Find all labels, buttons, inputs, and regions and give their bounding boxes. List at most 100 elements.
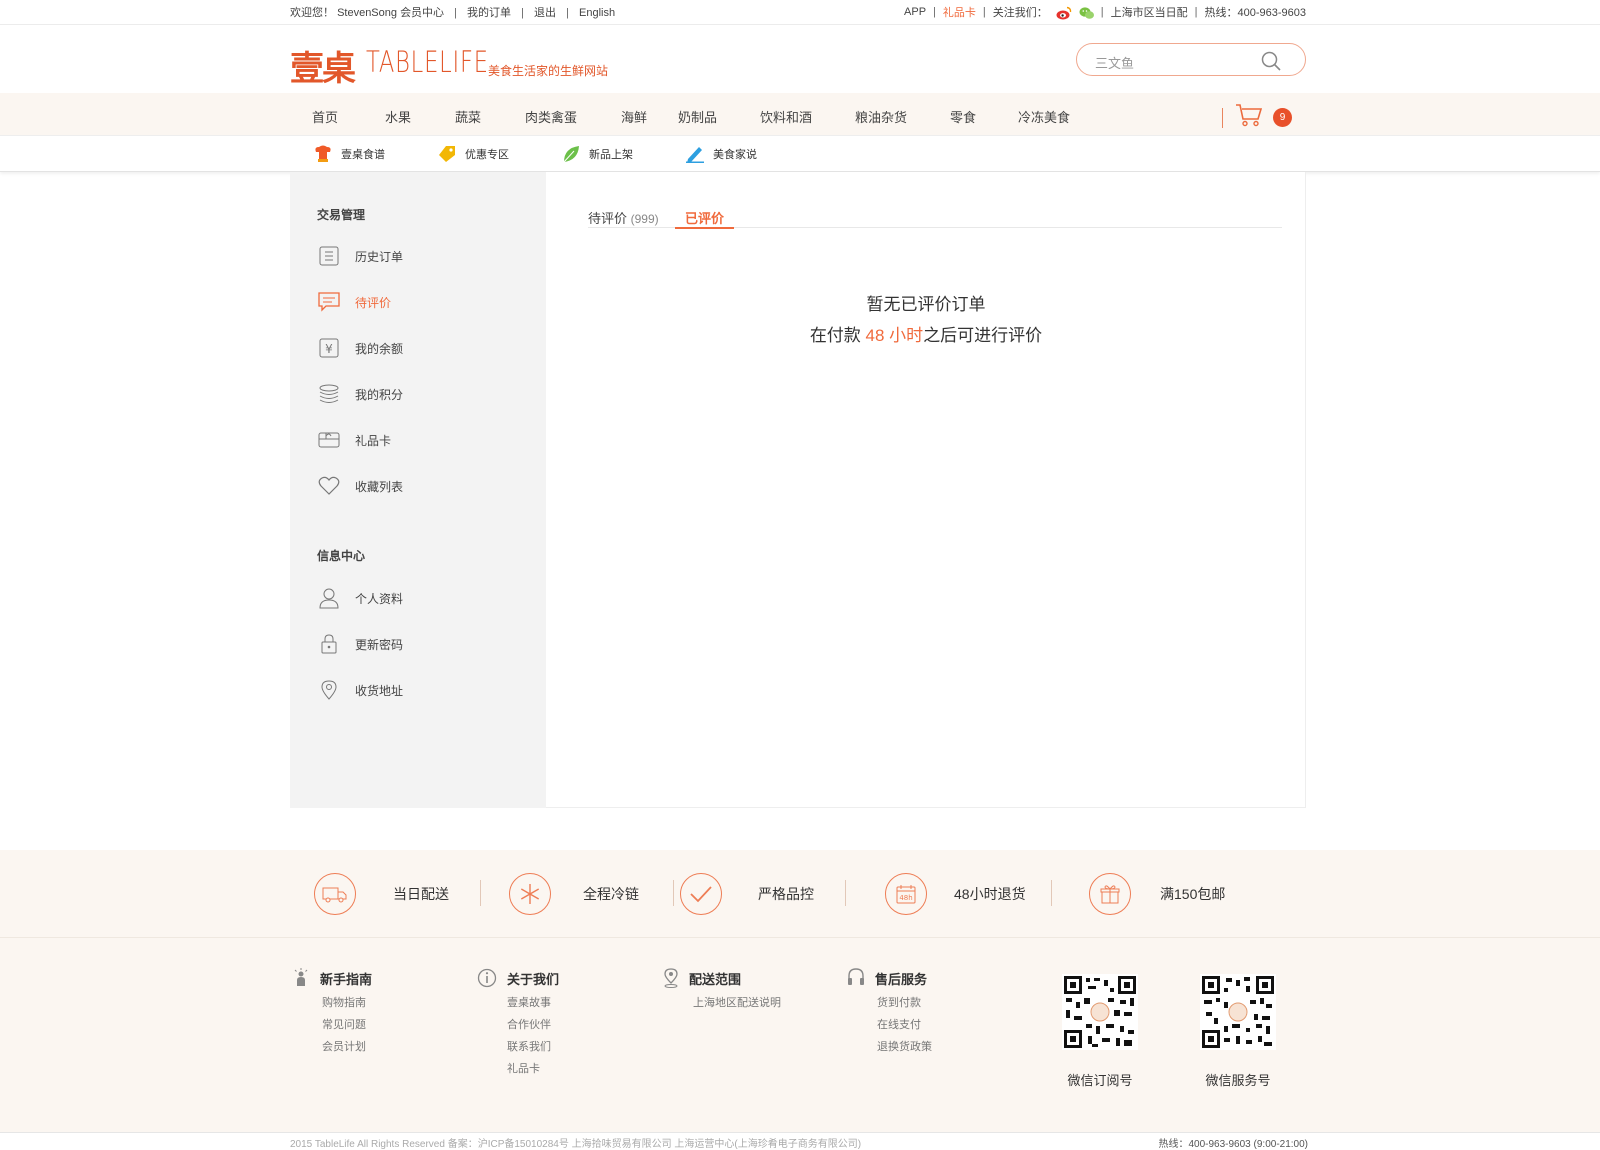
sidebar-item-address[interactable]: 收货地址 [317, 678, 403, 702]
search-icon[interactable] [1261, 51, 1281, 76]
sidebar-item-order-history[interactable]: 历史订单 [317, 244, 403, 268]
app-link[interactable]: APP [904, 6, 926, 18]
footer-link[interactable]: 在线支付 [877, 1018, 932, 1032]
english-link[interactable]: English [579, 7, 615, 19]
footer-link[interactable]: 礼品卡 [507, 1062, 559, 1076]
nav-item-home[interactable]: 首页 [312, 107, 385, 126]
qr-subscription: 微信订阅号 [1060, 974, 1140, 1089]
sidebar-item-label: 收货地址 [355, 683, 404, 698]
feature-label: 当日配送 [393, 886, 449, 902]
sidebar-item-pending-review[interactable]: 待评价 [317, 290, 391, 314]
pen-icon [686, 146, 704, 163]
follow-label: 关注我们： [992, 7, 1048, 19]
subnav-recipes[interactable]: 壹桌食谱 [313, 145, 385, 163]
footer-col-guide: 新手指南 购物指南 常见问题 会员计划 [292, 968, 372, 1054]
footer-link[interactable]: 联系我们 [507, 1040, 559, 1054]
features-bar: 当日配送 全程冷链 严格品控 48h 48小时退货 满150包邮 [0, 850, 1600, 938]
footer-link[interactable]: 会员计划 [322, 1040, 372, 1054]
tab-reviewed[interactable]: 已评价 [675, 208, 735, 229]
review-tabs: 待评价 (999) 已评价 [588, 208, 1282, 229]
checkmark-icon [680, 873, 722, 915]
my-orders-link[interactable]: 我的订单 [467, 7, 511, 19]
footer-hotline: 热线：400-963-9603 (9:00-21:00) [1158, 1139, 1308, 1150]
subnav-new-arrivals[interactable]: 新品上架 [561, 145, 633, 163]
footer-link[interactable]: 合作伙伴 [507, 1018, 559, 1032]
calendar-icon: 48h [885, 873, 927, 915]
footer-heading: 售后服务 [875, 971, 928, 987]
empty-hint-prefix: 在付款 [809, 326, 861, 345]
subnav-label: 新品上架 [589, 148, 633, 161]
qr-label: 微信服务号 [1205, 1073, 1271, 1088]
sidebar-item-label: 我的积分 [355, 387, 404, 402]
sidebar-item-giftcard[interactable]: 礼品卡 [317, 428, 391, 452]
info-icon [477, 968, 497, 988]
footer-link[interactable]: 退换货政策 [877, 1040, 932, 1054]
tab-pending-review[interactable]: 待评价 (999) [588, 208, 659, 228]
sidebar-item-points[interactable]: 我的积分 [317, 382, 403, 406]
giftcard-link[interactable]: 礼品卡 [943, 4, 976, 20]
footer-link[interactable]: 购物指南 [322, 996, 372, 1010]
sidebar: 交易管理 历史订单 待评价 ¥ 我的余额 我的积分 礼品卡 收藏列表 信息中心 [290, 172, 546, 808]
search-input[interactable]: 三文鱼 [1095, 53, 1134, 72]
cart-count-badge: 9 [1273, 108, 1292, 127]
nav-item-seafood[interactable]: 海鲜 [621, 107, 678, 126]
main-nav: 首页 水果 蔬菜 肉类禽蛋 海鲜 奶制品 饮料和酒 粮油杂货 零食 冷冻美食 9 [0, 93, 1600, 136]
sidebar-item-favorites[interactable]: 收藏列表 [317, 474, 403, 498]
subnav-foodie-says[interactable]: 美食家说 [685, 145, 757, 163]
sidebar-section-trade: 交易管理 [317, 208, 366, 222]
feature-free-shipping: 满150包邮 [1089, 873, 1225, 915]
subnav-promotions[interactable]: 优惠专区 [437, 145, 509, 163]
footer-col-service: 售后服务 货到付款 在线支付 退换货政策 [847, 968, 932, 1054]
sub-nav: 壹桌食谱 优惠专区 新品上架 美食家说 [0, 136, 1600, 172]
heart-icon [317, 474, 341, 498]
feature-cold-chain: 全程冷链 [509, 873, 639, 915]
wechat-icon[interactable] [1079, 6, 1094, 19]
sidebar-item-label: 历史订单 [355, 249, 404, 264]
cart-button[interactable]: 9 [1222, 103, 1292, 132]
location-pin-icon [317, 678, 341, 702]
feature-label: 严格品控 [758, 886, 814, 902]
feature-return: 48h 48小时退货 [885, 873, 1026, 915]
sidebar-item-profile[interactable]: 个人资料 [317, 586, 403, 610]
content-panel: 待评价 (999) 已评价 暂无已评价订单 在付款 48 小时之后可进行评价 [546, 172, 1306, 808]
sidebar-item-password[interactable]: 更新密码 [317, 632, 403, 656]
footer-link[interactable]: 壹桌故事 [507, 996, 559, 1010]
bottom-bar: 2015 TableLife All Rights Reserved 备案：沪I… [0, 1132, 1600, 1150]
sidebar-item-label: 我的余额 [355, 341, 404, 356]
nav-item-vegetable[interactable]: 蔬菜 [455, 107, 525, 126]
empty-hint-hours: 48 小时 [865, 326, 924, 345]
chef-hat-icon [315, 145, 331, 162]
feature-label: 满150包邮 [1160, 886, 1226, 902]
nav-item-drinks[interactable]: 饮料和酒 [760, 107, 855, 126]
footer-link[interactable]: 上海地区配送说明 [693, 996, 781, 1010]
weibo-icon[interactable] [1056, 6, 1072, 19]
sidebar-item-balance[interactable]: ¥ 我的余额 [317, 336, 403, 360]
search-box[interactable]: 三文鱼 [1076, 43, 1306, 76]
list-icon [317, 244, 341, 268]
cart-icon[interactable] [1235, 103, 1263, 132]
qr-label: 微信订阅号 [1067, 1073, 1133, 1088]
logout-link[interactable]: 退出 [534, 7, 556, 19]
nav-item-fruit[interactable]: 水果 [385, 107, 455, 126]
footer-link[interactable]: 常见问题 [322, 1018, 372, 1032]
main-area: 交易管理 历史订单 待评价 ¥ 我的余额 我的积分 礼品卡 收藏列表 信息中心 [290, 172, 1306, 808]
footer-col-delivery: 配送范围 上海地区配送说明 [663, 968, 781, 1010]
nav-item-dairy[interactable]: 奶制品 [678, 107, 760, 126]
qr-code-icon[interactable] [1200, 974, 1276, 1050]
delivery-text: 上海市区当日配 [1110, 7, 1188, 19]
qr-code-icon[interactable] [1062, 974, 1138, 1050]
nav-item-frozen[interactable]: 冷冻美食 [1018, 107, 1088, 126]
qr-service: 微信服务号 [1198, 974, 1278, 1089]
nav-item-snacks[interactable]: 零食 [950, 107, 1018, 126]
username[interactable]: StevenSong [337, 7, 397, 19]
footer-link[interactable]: 货到付款 [877, 996, 932, 1010]
comment-icon [317, 290, 341, 314]
yuan-icon: ¥ [317, 336, 341, 360]
subnav-label: 壹桌食谱 [341, 148, 385, 161]
member-center-link[interactable]: 会员中心 [400, 7, 444, 19]
nav-item-meat[interactable]: 肉类禽蛋 [525, 107, 621, 126]
nav-item-grocery[interactable]: 粮油杂货 [855, 107, 950, 126]
logo-chinese[interactable]: 壹桌 [290, 41, 356, 90]
coins-icon [317, 382, 341, 406]
logo-english[interactable]: TABLELIFE [366, 45, 489, 79]
